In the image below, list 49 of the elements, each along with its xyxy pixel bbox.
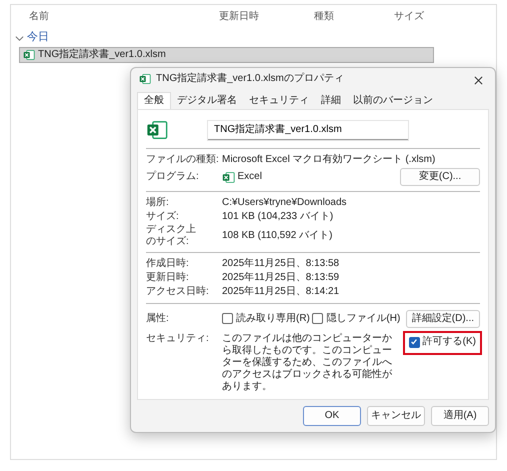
checkbox-label: 許可する(K) bbox=[422, 336, 476, 348]
checkbox-label: 読み取り専用(R) bbox=[236, 312, 310, 324]
tab[interactable]: セキュリティ bbox=[243, 92, 315, 109]
tab[interactable]: 全般 bbox=[137, 92, 171, 109]
program-name: Excel bbox=[238, 171, 262, 183]
field-label: アクセス日時: bbox=[146, 286, 210, 298]
change-button[interactable]: 変更(C)... bbox=[400, 168, 480, 186]
dialog-button[interactable]: キャンセル bbox=[367, 406, 425, 426]
spreadsheet-icon bbox=[222, 170, 235, 184]
spreadsheet-icon bbox=[139, 73, 151, 85]
field-label: 属性: bbox=[146, 312, 170, 324]
tab[interactable]: 詳細 bbox=[315, 92, 347, 109]
field-label: サイズ: bbox=[146, 211, 180, 223]
field-value: 2025年11月25日、8:13:58 bbox=[222, 258, 340, 270]
field-value: 2025年11月25日、8:13:59 bbox=[222, 272, 340, 284]
tab[interactable]: 以前のバージョン bbox=[347, 92, 439, 109]
dialog-button[interactable]: OK bbox=[303, 406, 361, 426]
field-label: ディスク上 のサイズ: bbox=[146, 224, 197, 248]
field-value: 108 KB (110,592 バイト) bbox=[222, 230, 332, 242]
security-text: このファイルは他のコンピューターから取得したものです。このコンピューターを保護するため、このファイルへのアクセスはブロックされる可能性があります。 bbox=[222, 333, 393, 393]
spreadsheet-icon bbox=[23, 49, 35, 61]
checkbox[interactable] bbox=[312, 313, 324, 324]
advanced-button[interactable]: 詳細設定(D)... bbox=[406, 310, 480, 328]
dialog-button[interactable]: 適用(A) bbox=[431, 406, 489, 426]
column-header[interactable]: サイズ bbox=[376, 11, 456, 23]
dialog-title: TNG指定請求書_ver1.0.xlsmのプロパティ bbox=[156, 73, 344, 85]
column-header[interactable]: 種類 bbox=[296, 11, 376, 23]
checkbox-label: 隠しファイル(H) bbox=[326, 312, 400, 324]
checkbox[interactable] bbox=[408, 336, 420, 348]
file-name: TNG指定請求書_ver1.0.xlsm bbox=[38, 49, 166, 61]
spreadsheet-icon bbox=[146, 119, 168, 141]
field-value: 2025年11月25日、8:14:21 bbox=[222, 286, 340, 298]
group-label: 今日 bbox=[27, 31, 49, 45]
field-label: 作成日時: bbox=[146, 258, 190, 270]
field-label: 場所: bbox=[146, 197, 170, 209]
field-value: C:¥Users¥tryne¥Downloads bbox=[222, 197, 347, 209]
field-label: 更新日時: bbox=[146, 272, 190, 284]
checkbox[interactable] bbox=[222, 313, 233, 324]
file-row[interactable]: TNG指定請求書_ver1.0.xlsm bbox=[19, 47, 434, 63]
column-header[interactable]: 名前 bbox=[11, 11, 201, 23]
chevron-icon[interactable] bbox=[15, 34, 24, 42]
field-value: 101 KB (104,233 バイト) bbox=[222, 211, 334, 223]
close-icon[interactable] bbox=[474, 76, 483, 85]
field-value: Microsoft Excel マクロ有効ワークシート (.xlsm) bbox=[222, 154, 436, 166]
field-label: プログラム: bbox=[146, 171, 200, 183]
field-label: ファイルの種類: bbox=[146, 154, 220, 166]
field-label: セキュリティ: bbox=[146, 333, 210, 345]
tab[interactable]: デジタル署名 bbox=[171, 92, 243, 109]
column-header[interactable]: 更新日時 bbox=[201, 11, 296, 23]
